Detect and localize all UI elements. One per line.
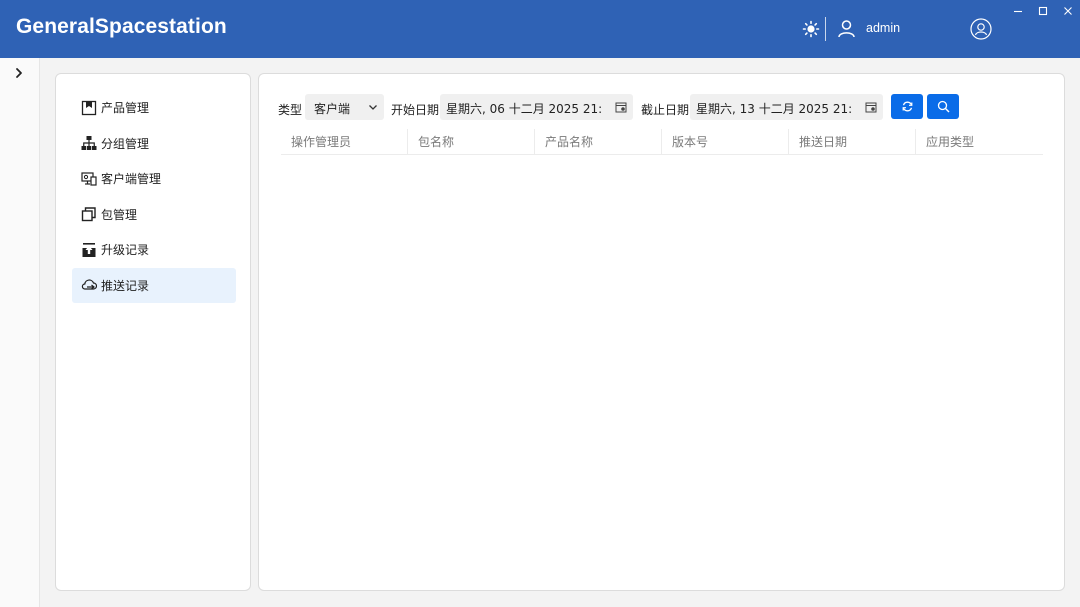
end-date-label: 截止日期 — [641, 103, 690, 117]
chevron-down-icon — [369, 105, 377, 110]
sidebar-item-package[interactable]: 包管理 — [72, 197, 236, 233]
sidebar-item-label: 升级记录 — [101, 243, 150, 258]
cloud-push-icon — [81, 279, 97, 290]
main-panel: 类型 客户端 开始日期 星期六, 06 十二月 2025 21:40:30 截止… — [258, 73, 1065, 591]
sidebar-item-product[interactable]: 产品管理 — [72, 90, 236, 126]
search-icon — [937, 100, 950, 113]
sidebar-item-upgrade[interactable]: 升级记录 — [72, 232, 236, 268]
close-icon[interactable] — [1061, 4, 1075, 18]
start-date-label: 开始日期 — [391, 103, 440, 117]
user-icon[interactable] — [837, 19, 856, 38]
maximize-icon[interactable] — [1036, 4, 1050, 18]
sidebar-item-label: 客户端管理 — [101, 172, 162, 187]
start-date-input[interactable]: 星期六, 06 十二月 2025 21:40:30 — [440, 94, 633, 120]
chevron-right-icon[interactable] — [13, 67, 25, 79]
app-title: GeneralSpacestation — [16, 15, 227, 38]
sidebar-item-client[interactable]: 客户端管理 — [72, 161, 236, 197]
search-button[interactable] — [927, 94, 959, 119]
client-icon — [81, 172, 97, 186]
column-header[interactable]: 包名称 — [408, 129, 535, 155]
sun-icon[interactable] — [802, 20, 820, 38]
column-header[interactable]: 推送日期 — [789, 129, 916, 155]
upgrade-icon — [82, 242, 96, 257]
column-header[interactable]: 产品名称 — [535, 129, 662, 155]
column-header[interactable]: 版本号 — [662, 129, 789, 155]
column-header[interactable]: 操作管理员 — [281, 129, 408, 155]
product-icon — [81, 100, 97, 115]
refresh-icon — [902, 101, 913, 112]
sidebar-item-label: 产品管理 — [101, 101, 150, 116]
filter-toolbar: 类型 客户端 开始日期 星期六, 06 十二月 2025 21:40:30 截止… — [259, 74, 1064, 134]
calendar-icon[interactable] — [865, 101, 877, 113]
type-select[interactable]: 客户端 — [305, 94, 384, 120]
column-header[interactable]: 应用类型 — [916, 129, 1043, 155]
type-label: 类型 — [278, 103, 303, 117]
header-divider — [825, 17, 826, 41]
sidebar-item-label: 包管理 — [101, 207, 138, 222]
sidebar-panel: 产品管理 分组管理 客户端管理 包管理 升级记录 推送记录 — [55, 73, 251, 591]
collapsed-nav-rail — [0, 58, 40, 607]
sidebar-item-label: 推送记录 — [101, 278, 150, 293]
sidebar-item-push-records[interactable]: 推送记录 — [72, 267, 236, 303]
end-date-input[interactable]: 星期六, 13 十二月 2025 21:40:30 — [690, 94, 883, 120]
calendar-icon[interactable] — [615, 101, 627, 113]
username[interactable]: admin — [866, 21, 900, 35]
sidebar-item-group[interactable]: 分组管理 — [72, 126, 236, 162]
type-select-value: 客户端 — [314, 102, 351, 116]
sidebar-menu: 产品管理 分组管理 客户端管理 包管理 升级记录 推送记录 — [72, 90, 236, 303]
push-records-table: 操作管理员 包名称 产品名称 版本号 推送日期 应用类型 — [281, 129, 1043, 155]
group-tree-icon — [81, 136, 97, 151]
end-date-value: 星期六, 13 十二月 2025 21:40:30 — [696, 102, 852, 116]
user-circle-icon[interactable] — [970, 18, 992, 40]
start-date-value: 星期六, 06 十二月 2025 21:40:30 — [446, 102, 602, 116]
package-icon — [81, 207, 96, 222]
minimize-icon[interactable] — [1011, 4, 1025, 18]
refresh-button[interactable] — [891, 94, 923, 119]
title-bar: GeneralSpacestation admin — [0, 0, 1080, 58]
sidebar-item-label: 分组管理 — [101, 136, 150, 151]
